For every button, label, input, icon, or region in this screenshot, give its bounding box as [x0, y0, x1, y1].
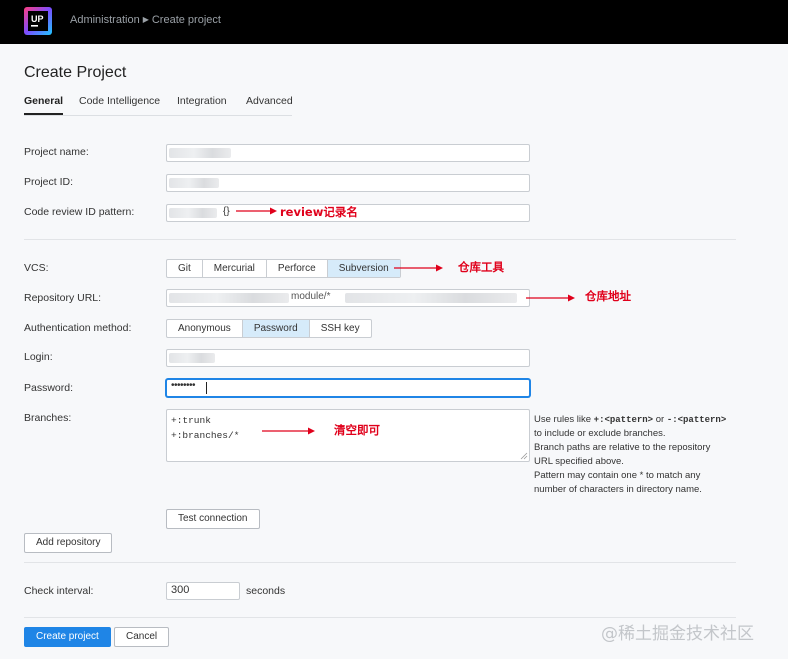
password-value: •••••••• — [171, 380, 196, 391]
vcs-option-mercurial[interactable]: Mercurial — [203, 260, 267, 277]
hint-code-include: +:<pattern> — [593, 415, 654, 425]
redacted-value — [169, 293, 289, 303]
code-review-pattern-label: Code review ID pattern: — [24, 206, 135, 218]
repository-url-fragment: module/* — [291, 291, 331, 302]
text-cursor — [206, 382, 207, 394]
login-input[interactable] — [166, 349, 530, 367]
hint-text: Use rules like — [534, 414, 594, 425]
branches-label: Branches: — [24, 412, 72, 424]
project-id-input[interactable] — [166, 174, 530, 192]
vcs-option-subversion[interactable]: Subversion — [327, 260, 400, 277]
auth-option-anonymous[interactable]: Anonymous — [167, 320, 243, 337]
vcs-selector: Git Mercurial Perforce Subversion — [166, 259, 401, 278]
pattern-suffix: {} — [223, 206, 230, 217]
annotation-arrow-icon — [526, 294, 575, 302]
redacted-value — [169, 178, 219, 188]
hint-text: Branch paths are relative to the reposit… — [534, 442, 711, 453]
hint-text: URL specified above. — [534, 456, 624, 467]
breadcrumb-current: Create project — [151, 14, 221, 26]
redacted-value — [169, 208, 217, 218]
hint-code-exclude: -:<pattern> — [666, 415, 727, 425]
password-input[interactable]: •••••••• — [166, 379, 530, 397]
breadcrumb-separator-icon: ▶ — [142, 15, 149, 24]
tab-general[interactable]: General — [24, 95, 64, 115]
project-name-label: Project name: — [24, 146, 89, 158]
check-interval-unit: seconds — [246, 585, 286, 597]
section-divider — [24, 617, 736, 618]
repository-url-label: Repository URL: — [24, 292, 102, 304]
annotation-vcs: 仓库工具 — [458, 260, 504, 274]
vcs-option-git[interactable]: Git — [167, 260, 203, 277]
breadcrumb-administration-link[interactable]: Administration — [70, 14, 140, 26]
redacted-value — [345, 293, 517, 303]
watermark: @稀土掘金技术社区 — [601, 624, 754, 644]
page-title: Create Project — [24, 64, 127, 81]
annotation-branches: 清空即可 — [334, 423, 380, 437]
tab-code-intelligence[interactable]: Code Intelligence — [79, 95, 160, 107]
redacted-value — [169, 148, 231, 158]
redacted-value — [169, 353, 215, 363]
branches-hint: Use rules like +:<pattern> or -:<pattern… — [534, 413, 744, 497]
annotation-code-review: review记录名 — [280, 205, 358, 219]
tab-integration[interactable]: Integration — [177, 95, 227, 107]
project-name-input[interactable] — [166, 144, 530, 162]
test-connection-button[interactable]: Test connection — [166, 509, 260, 529]
auth-option-ssh-key[interactable]: SSH key — [310, 320, 371, 337]
section-divider — [24, 562, 736, 563]
create-project-button[interactable]: Create project — [24, 627, 111, 647]
breadcrumb: Administration ▶ Create project — [70, 14, 221, 26]
auth-option-password[interactable]: Password — [242, 320, 310, 337]
login-label: Login: — [24, 351, 53, 363]
resize-handle-icon[interactable] — [520, 452, 528, 460]
auth-method-label: Authentication method: — [24, 322, 132, 334]
annotation-arrow-icon — [236, 207, 277, 215]
top-bar: UP Administration ▶ Create project — [0, 0, 788, 44]
repository-url-input[interactable]: module/* — [166, 289, 530, 307]
annotation-arrow-icon — [262, 427, 315, 435]
project-id-label: Project ID: — [24, 176, 74, 188]
check-interval-label: Check interval: — [24, 585, 94, 597]
tab-bar: General Code Intelligence Integration Ad… — [24, 95, 293, 116]
tab-advanced[interactable]: Advanced — [246, 95, 293, 107]
check-interval-value: 300 — [171, 584, 190, 596]
check-interval-input[interactable]: 300 — [166, 582, 240, 600]
vcs-option-perforce[interactable]: Perforce — [267, 260, 328, 277]
password-label: Password: — [24, 382, 74, 394]
annotation-repo-url: 仓库地址 — [585, 289, 631, 303]
hint-text: to include or exclude branches. — [534, 428, 666, 439]
hint-text: or — [653, 414, 667, 425]
vcs-label: VCS: — [24, 262, 49, 274]
cancel-button[interactable]: Cancel — [114, 627, 170, 647]
app-logo[interactable]: UP — [23, 6, 53, 36]
logo-text: UP — [31, 14, 44, 24]
auth-method-selector: Anonymous Password SSH key — [166, 319, 372, 338]
section-divider — [24, 239, 736, 240]
annotation-arrow-icon — [394, 264, 443, 272]
add-repository-button[interactable]: Add repository — [24, 533, 113, 553]
hint-text: Pattern may contain one * to match any — [534, 470, 701, 481]
hint-text: number of characters in directory name. — [534, 484, 702, 495]
